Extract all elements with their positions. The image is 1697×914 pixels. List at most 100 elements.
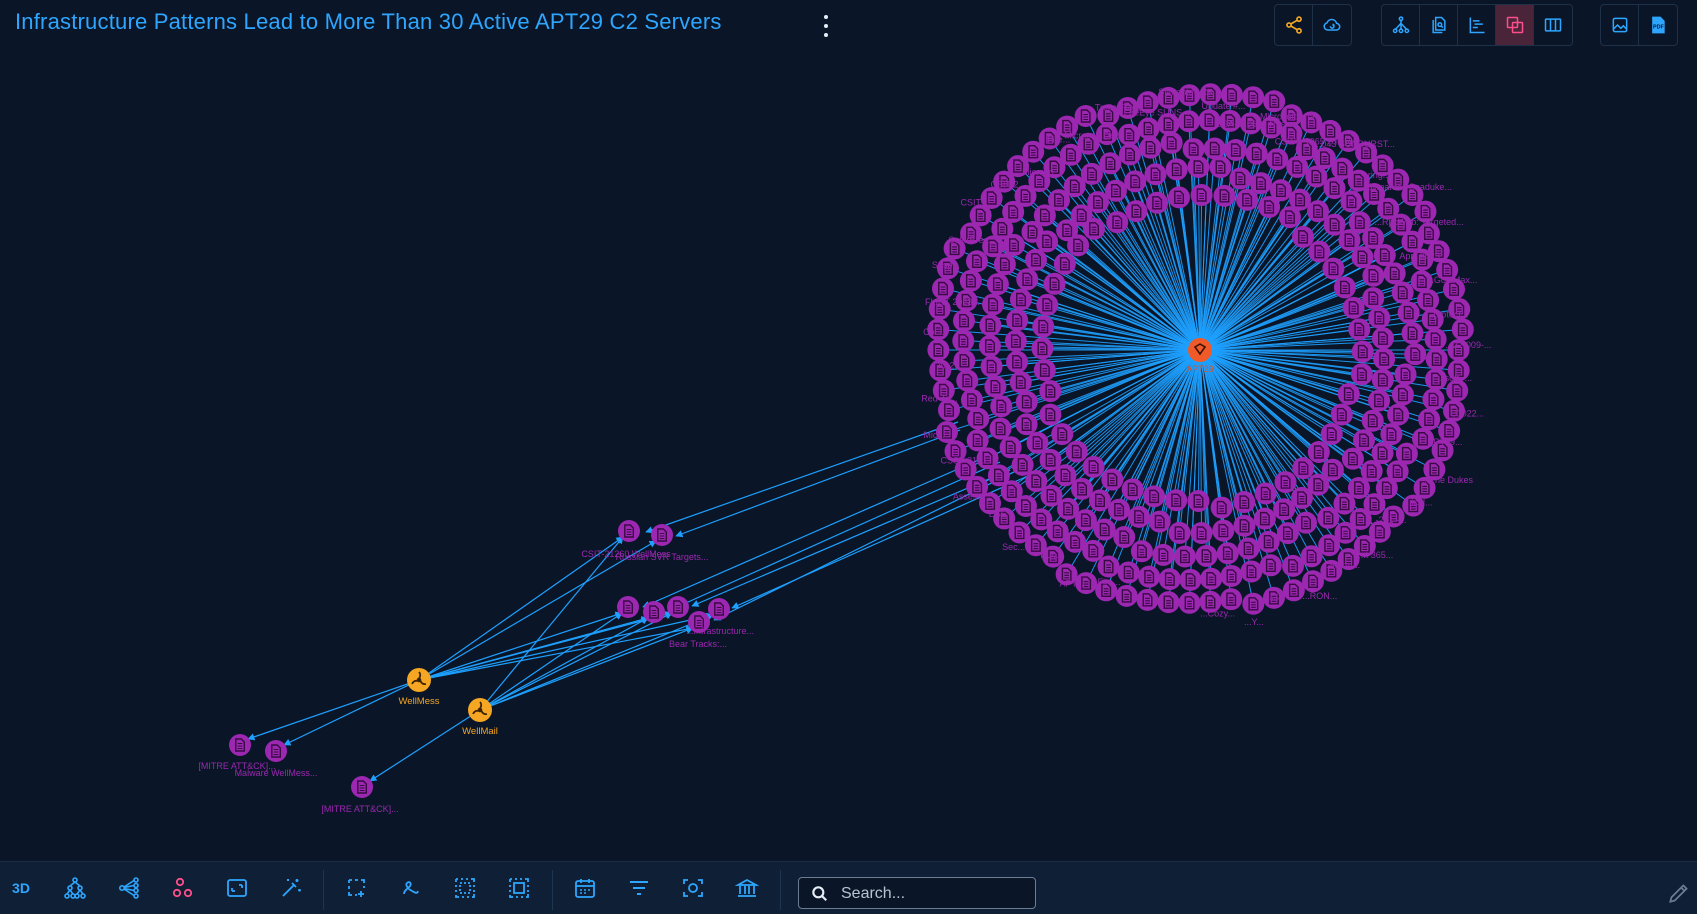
report-node[interactable] [1066, 233, 1090, 258]
report-node[interactable] [1031, 314, 1055, 339]
report-node[interactable] [1333, 275, 1357, 300]
columns-button[interactable] [1534, 5, 1572, 45]
report-node[interactable] [1035, 293, 1059, 317]
report-node[interactable] [978, 313, 1003, 337]
report-node[interactable] [993, 252, 1017, 276]
report-node[interactable] [1042, 272, 1067, 296]
report-node[interactable] [1299, 544, 1324, 568]
report-node[interactable] [1123, 169, 1147, 194]
cloud-refresh-button[interactable] [1313, 5, 1351, 45]
report-node[interactable] [1053, 252, 1077, 276]
report-node[interactable] [1307, 440, 1331, 464]
malware-node[interactable] [467, 697, 493, 723]
report-node[interactable] [1135, 588, 1160, 612]
report-node[interactable] [1209, 495, 1234, 520]
report-node[interactable] [1347, 317, 1371, 342]
deselect-button[interactable] [502, 872, 536, 904]
report-node[interactable] [1285, 155, 1309, 179]
layers-button[interactable] [1496, 5, 1534, 45]
report-node[interactable] [1372, 347, 1396, 371]
report-node[interactable] [1065, 439, 1089, 464]
report-node[interactable] [983, 374, 1008, 399]
share-button[interactable] [1275, 5, 1313, 45]
report-node[interactable] [1307, 239, 1332, 264]
report-node[interactable] [960, 388, 984, 412]
report-node[interactable] [989, 394, 1013, 419]
report-node[interactable] [1177, 591, 1202, 615]
report-node[interactable] [1423, 327, 1448, 351]
report-node[interactable] [1361, 286, 1385, 310]
report-node[interactable] [616, 595, 640, 619]
report-node[interactable] [642, 600, 666, 624]
report-node[interactable] [955, 368, 979, 393]
report-node[interactable] [1265, 147, 1289, 171]
report-node[interactable] [1262, 89, 1286, 113]
report-node[interactable] [1390, 280, 1415, 305]
report-node[interactable] [1245, 141, 1269, 166]
report-node[interactable] [1164, 488, 1188, 512]
3d-mode-button[interactable]: 3D [4, 872, 38, 904]
report-node[interactable] [1320, 422, 1344, 446]
report-node[interactable] [1211, 518, 1235, 543]
report-node[interactable] [986, 272, 1010, 296]
report-node[interactable] [264, 739, 288, 763]
report-node[interactable] [1151, 543, 1176, 567]
document-search-button[interactable] [1420, 5, 1458, 45]
report-node[interactable] [228, 733, 252, 757]
report-node[interactable] [1367, 306, 1391, 330]
report-node[interactable] [1367, 388, 1391, 413]
report-node[interactable] [1361, 264, 1386, 288]
report-node[interactable] [1416, 288, 1440, 312]
report-node[interactable] [1104, 179, 1128, 203]
report-node[interactable] [926, 338, 951, 362]
search-input[interactable] [839, 882, 1033, 906]
graph-canvas[interactable]: Fire... APT... FLI... Sec... ESET Asse... CSST… [0, 52, 1697, 860]
report-node[interactable] [707, 597, 731, 621]
report-node[interactable] [1291, 456, 1316, 480]
report-node[interactable] [1391, 382, 1415, 407]
report-node[interactable] [959, 269, 983, 293]
report-node[interactable] [1015, 267, 1039, 291]
report-node[interactable] [1253, 506, 1277, 531]
timeline-button[interactable] [1458, 5, 1496, 45]
report-node[interactable] [1005, 350, 1029, 374]
report-node[interactable] [979, 354, 1004, 379]
report-node[interactable] [1002, 233, 1026, 257]
select-all-button[interactable] [448, 872, 482, 904]
report-node[interactable] [1208, 155, 1233, 179]
report-node[interactable] [666, 595, 690, 619]
report-node[interactable] [1167, 521, 1192, 545]
lasso-select-button[interactable] [394, 872, 428, 904]
report-node[interactable] [1038, 402, 1063, 427]
report-node[interactable] [1167, 185, 1191, 210]
report-node[interactable] [650, 523, 674, 547]
institution-button[interactable] [730, 872, 764, 904]
report-node[interactable] [1257, 195, 1281, 219]
report-node[interactable] [1383, 261, 1407, 286]
report-node[interactable] [1281, 554, 1305, 578]
report-node[interactable] [1081, 455, 1106, 479]
report-node[interactable] [1425, 347, 1449, 371]
report-node[interactable] [1321, 256, 1346, 281]
report-node[interactable] [350, 775, 374, 799]
report-node[interactable] [1127, 505, 1151, 529]
report-node[interactable] [1178, 568, 1203, 592]
report-node[interactable] [1186, 489, 1211, 513]
report-node[interactable] [1130, 539, 1154, 563]
report-node[interactable] [1080, 162, 1104, 186]
report-node[interactable] [1145, 191, 1169, 215]
tree-layout-button[interactable] [58, 872, 92, 904]
report-node[interactable] [1194, 544, 1219, 568]
report-node[interactable] [1232, 490, 1256, 514]
report-node[interactable] [1291, 225, 1315, 249]
report-node[interactable] [1393, 362, 1418, 387]
report-node[interactable] [1421, 387, 1446, 412]
report-node[interactable] [1035, 229, 1059, 254]
report-node[interactable] [1033, 358, 1057, 382]
report-node[interactable] [1038, 379, 1063, 403]
report-node[interactable] [1232, 514, 1257, 538]
report-node[interactable] [1219, 564, 1244, 588]
report-node[interactable] [1050, 422, 1074, 446]
hierarchy-view-button[interactable] [1382, 5, 1420, 45]
rect-select-button[interactable] [340, 872, 374, 904]
